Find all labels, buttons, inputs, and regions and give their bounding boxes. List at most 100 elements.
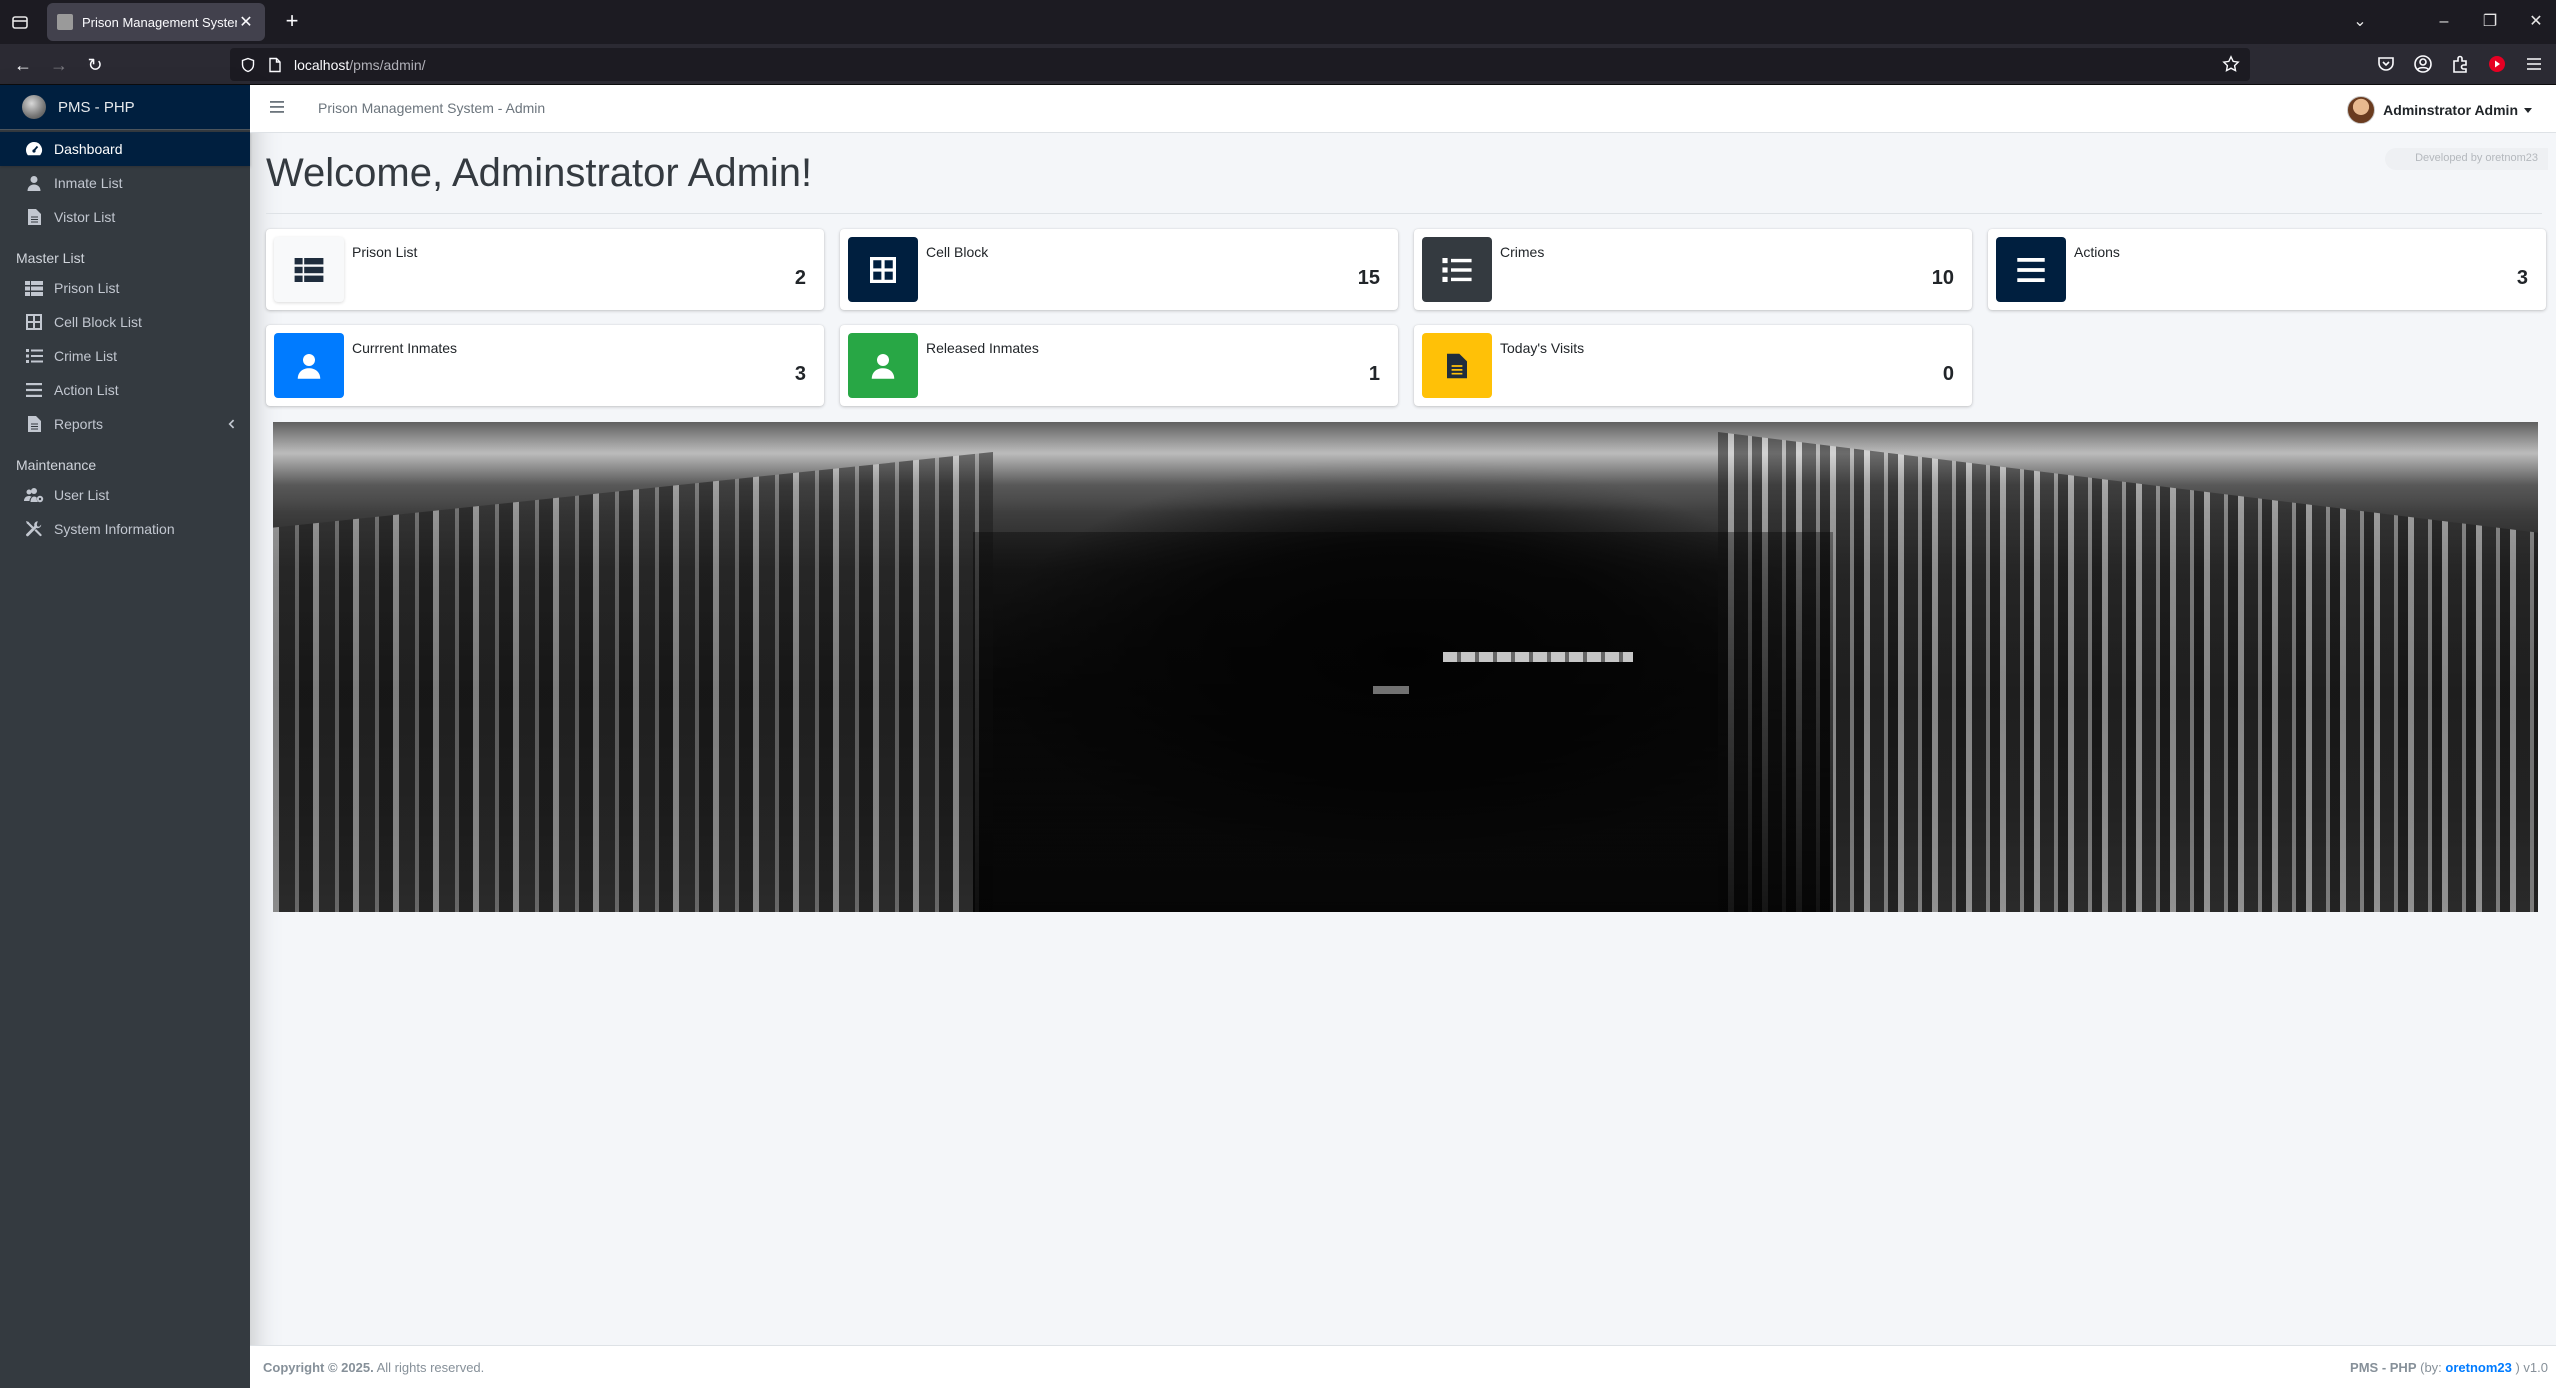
file-icon xyxy=(24,415,44,433)
url-bar[interactable]: localhost/pms/admin/ xyxy=(230,48,2250,81)
sidebar-item-label: Vistor List xyxy=(54,209,116,225)
user-icon xyxy=(24,174,44,192)
table-icon xyxy=(24,279,44,297)
tab-title: Prison Management System xyxy=(82,14,237,30)
info-box-label: Prison List xyxy=(352,244,418,260)
prison-corridor-banner-image xyxy=(273,422,2538,912)
reload-icon[interactable]: ↻ xyxy=(82,52,108,78)
caret-down-icon xyxy=(2524,107,2532,113)
footer-credits: PMS - PHP (by: oretnom23 ) v1.0 xyxy=(2350,1360,2548,1375)
forward-icon[interactable]: → xyxy=(46,52,72,78)
sidebar-item-label: Inmate List xyxy=(54,175,123,191)
info-box-number: 15 xyxy=(1357,267,1380,289)
sidebar-header-master-list: Master List xyxy=(16,250,85,266)
youtube-extension-icon[interactable] xyxy=(2487,54,2509,76)
tab-close-icon[interactable]: ✕ xyxy=(237,12,255,32)
info-box-label: Cell Block xyxy=(926,244,989,260)
bars-icon xyxy=(24,381,44,399)
info-box-label: Currrent Inmates xyxy=(352,340,458,356)
info-box-todays-visits: Today's Visits 0 xyxy=(1414,325,1972,406)
info-box-label: Crimes xyxy=(1500,244,1545,260)
brand-link[interactable]: PMS - PHP xyxy=(0,85,250,130)
sidebar-item-crime-list[interactable]: Crime List xyxy=(0,339,250,373)
bookmark-star-icon[interactable] xyxy=(2222,55,2240,73)
new-tab-icon[interactable]: + xyxy=(280,10,304,34)
user-icon xyxy=(274,333,344,398)
banner-corridor xyxy=(973,532,1833,912)
sidebar-item-reports[interactable]: Reports xyxy=(0,407,250,441)
info-box-number: 1 xyxy=(1368,363,1380,385)
users-cog-icon xyxy=(24,486,44,504)
copyright-rest: All rights reserved. xyxy=(373,1360,485,1375)
main-header: Prison Management System - Admin Adminst… xyxy=(250,85,2556,133)
banner-cell-bars-left xyxy=(273,452,993,912)
sidebar-item-dashboard[interactable]: Dashboard xyxy=(0,132,250,166)
chevron-left-icon xyxy=(226,416,236,432)
info-box-number: 2 xyxy=(794,267,806,289)
browser-navigation-bar: ← → ↻ localhost/pms/admin/ xyxy=(0,44,2556,85)
sidebar-item-label: Dashboard xyxy=(54,141,123,157)
info-box-label: Actions xyxy=(2074,244,2120,260)
author-link[interactable]: oretnom23 xyxy=(2445,1360,2511,1375)
back-icon[interactable]: ← xyxy=(10,52,36,78)
pocket-icon[interactable] xyxy=(2376,54,2398,76)
extensions-icon[interactable] xyxy=(2450,54,2472,76)
list-icon xyxy=(24,347,44,365)
page-title: Welcome, Adminstrator Admin! xyxy=(266,151,813,195)
file-icon xyxy=(1422,333,1492,398)
close-window-icon[interactable]: ✕ xyxy=(2524,10,2548,34)
sidebar-item-label: Crime List xyxy=(54,348,118,364)
shield-icon[interactable] xyxy=(240,57,256,73)
banner-far-light-small xyxy=(1373,686,1409,694)
divider xyxy=(266,213,2542,214)
sidebar-header-maintenance: Maintenance xyxy=(16,457,97,473)
list-icon xyxy=(1422,237,1492,302)
sidebar-item-label: Reports xyxy=(54,416,104,432)
sidebar-toggle-icon[interactable] xyxy=(270,100,288,116)
sidebar-item-visitor-list[interactable]: Vistor List xyxy=(0,200,250,234)
sidebar-item-system-information[interactable]: System Information xyxy=(0,512,250,546)
copyright: Copyright © 2025. All rights reserved. xyxy=(263,1360,484,1375)
info-box-label: Released Inmates xyxy=(926,340,1039,356)
banner-far-light xyxy=(1443,652,1633,662)
sidebar-item-label: Action List xyxy=(54,382,119,398)
restore-icon[interactable]: ❐ xyxy=(2478,10,2502,34)
info-box-released-inmates: Released Inmates 1 xyxy=(840,325,1398,406)
footer-app-name: PMS - PHP xyxy=(2350,1360,2417,1375)
sidebar-item-label: User List xyxy=(54,487,110,503)
minimize-icon[interactable]: – xyxy=(2432,10,2456,34)
user-icon xyxy=(848,333,918,398)
sidebar-item-label: Cell Block List xyxy=(54,314,142,330)
url-host: localhost xyxy=(294,56,350,73)
grid-icon xyxy=(848,237,918,302)
app-menu-icon[interactable] xyxy=(2524,54,2546,76)
bars-icon xyxy=(1996,237,2066,302)
page-info-icon[interactable] xyxy=(268,57,282,73)
header-title: Prison Management System - Admin xyxy=(318,100,546,116)
info-box-number: 3 xyxy=(2516,267,2528,289)
info-box-prison-list: Prison List 2 xyxy=(266,229,824,310)
sidebar-item-action-list[interactable]: Action List xyxy=(0,373,250,407)
browser-tab[interactable]: Prison Management System ✕ xyxy=(47,3,265,41)
user-dropdown[interactable]: Adminstrator Admin xyxy=(2347,96,2532,124)
avatar xyxy=(2347,96,2376,124)
info-box-crimes: Crimes 10 xyxy=(1414,229,1972,310)
list-all-tabs-icon[interactable]: ⌄ xyxy=(2348,10,2372,34)
grid-icon xyxy=(24,313,44,331)
sidebar-item-user-list[interactable]: User List xyxy=(0,478,250,512)
url-path: /pms/admin/ xyxy=(349,56,426,73)
sidebar-item-cell-block-list[interactable]: Cell Block List xyxy=(0,305,250,339)
tab-list-icon[interactable] xyxy=(10,12,30,32)
sidebar-item-inmate-list[interactable]: Inmate List xyxy=(0,166,250,200)
sidebar-item-prison-list[interactable]: Prison List xyxy=(0,271,250,305)
info-box-label: Today's Visits xyxy=(1500,340,1585,356)
user-name: Adminstrator Admin xyxy=(2383,102,2518,118)
main-footer: Copyright © 2025. All rights reserved. P… xyxy=(250,1345,2556,1388)
footer-version: ) v1.0 xyxy=(2511,1360,2548,1375)
info-box-cell-block: Cell Block 15 xyxy=(840,229,1398,310)
account-icon[interactable] xyxy=(2413,54,2435,76)
brand-text: PMS - PHP xyxy=(58,98,135,116)
browser-tab-bar: Prison Management System ✕ + ⌄ – ❐ ✕ xyxy=(0,0,2556,44)
footer-by: (by: xyxy=(2416,1360,2446,1375)
main-sidebar: PMS - PHP Dashboard Inmate List Vistor L… xyxy=(0,85,250,1388)
